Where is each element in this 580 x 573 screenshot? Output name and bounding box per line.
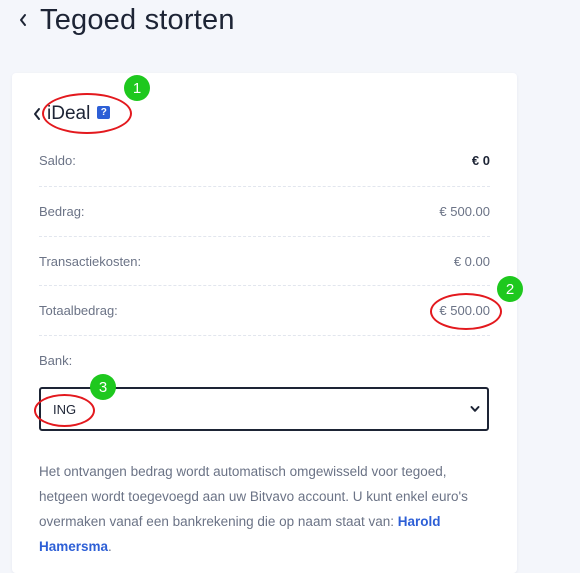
summary-value: € 500.00: [439, 302, 490, 318]
back-icon[interactable]: [18, 7, 40, 33]
summary-value: € 0.00: [453, 253, 490, 269]
summary-row-totaalbedrag: Totaalbedrag: € 500.00: [39, 300, 490, 320]
summary-row-saldo: Saldo: € 0: [39, 150, 490, 170]
method-back-icon[interactable]: [32, 104, 46, 124]
summary-label: Saldo:: [39, 152, 76, 168]
help-icon[interactable]: ?: [97, 106, 111, 119]
divider: [39, 285, 490, 286]
summary-label: Totaalbedrag:: [39, 302, 118, 318]
info-text: Het ontvangen bedrag wordt automatisch o…: [39, 459, 479, 559]
summary-row-bedrag: Bedrag: € 500.00: [39, 201, 490, 221]
info-end: .: [108, 539, 112, 554]
summary-label: Transactiekosten:: [39, 253, 142, 269]
summary-value: € 500.00: [439, 203, 490, 219]
summary-value: € 0: [471, 152, 490, 168]
divider: [39, 236, 490, 237]
annotation-badge-3: 3: [90, 374, 116, 400]
summary-label: Bedrag:: [39, 203, 85, 219]
page-title: Tegoed storten: [40, 3, 235, 36]
annotation-badge-2: 2: [497, 276, 523, 302]
bank-select-value: ING: [53, 401, 77, 417]
bank-label: Bank:: [39, 353, 73, 368]
page-header: Tegoed storten: [18, 0, 235, 40]
annotation-badge-1: 1: [124, 75, 150, 101]
payment-method-name: iDeal: [47, 103, 91, 124]
summary-row-transactiekosten: Transactiekosten: € 0.00: [39, 251, 490, 271]
chevron-down-icon: [469, 403, 481, 415]
payment-method-header: iDeal ?: [32, 101, 111, 127]
divider: [39, 335, 490, 336]
divider: [39, 186, 490, 187]
